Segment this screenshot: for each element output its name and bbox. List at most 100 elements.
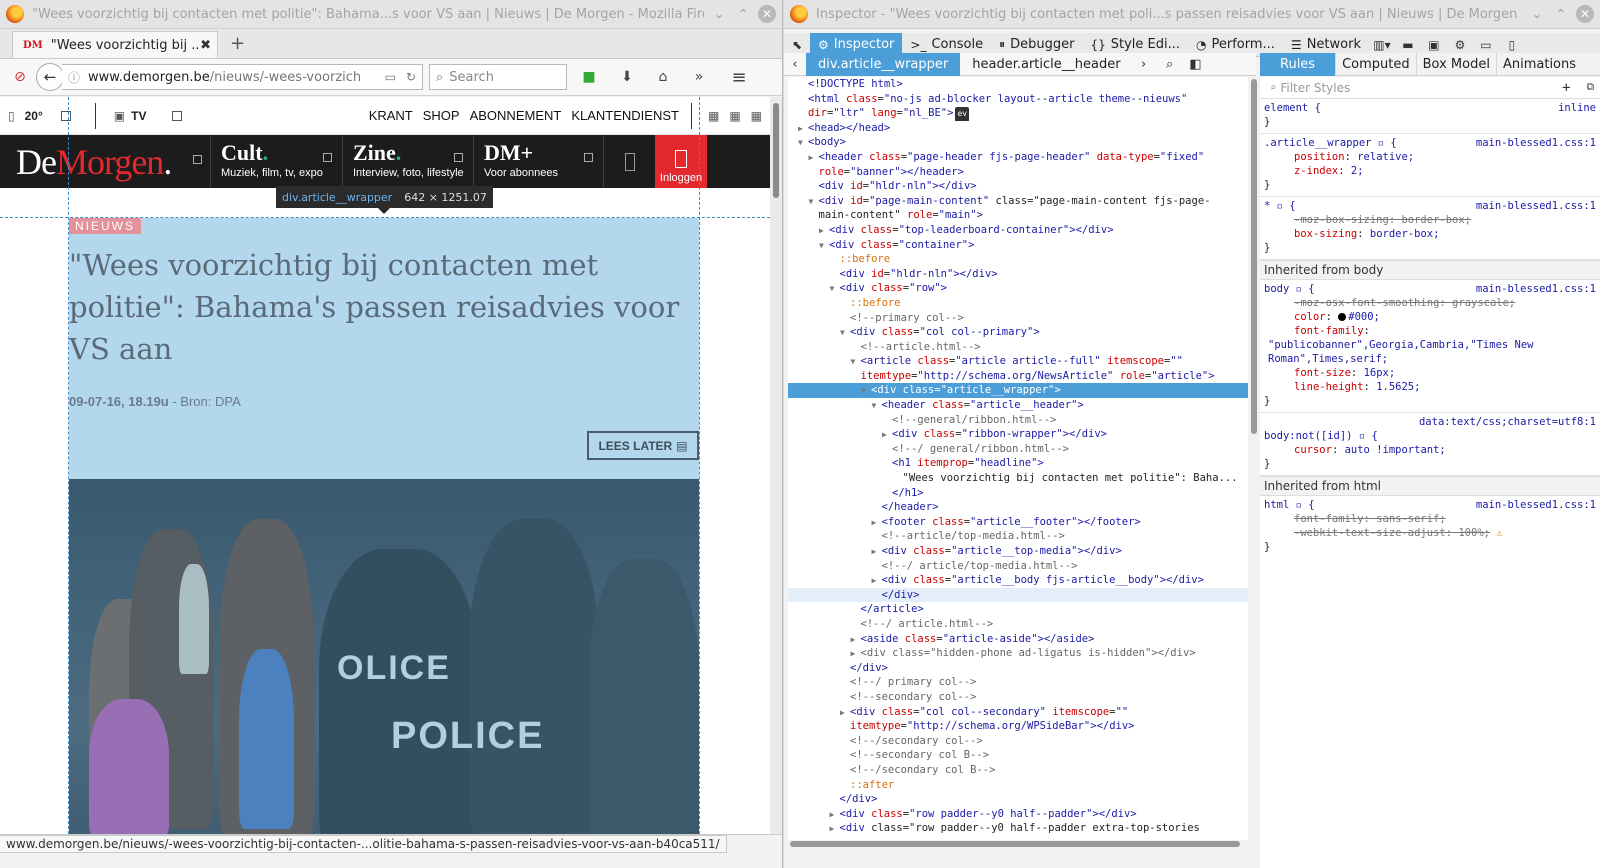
privacy-badger-icon[interactable]: ⊘ [8,65,32,89]
markup-line[interactable]: ▶ <div class="hidden-phone ad-ligatus is-… [788,646,1248,661]
markup-line[interactable]: <div id="hldr-nln"></div> [788,179,1248,194]
markup-line[interactable]: ::before [788,252,1248,267]
expand-twisty-icon[interactable]: ▶ [851,647,861,661]
toggle-sidebar-icon[interactable]: ◧ [1185,57,1207,72]
declaration[interactable]: z-index: 2; [1264,164,1596,178]
markup-line[interactable]: main-content" role="main"> [788,208,1248,223]
back-button[interactable]: ← [36,63,64,91]
markup-line[interactable]: ▶ <div class="article__top-media"></div> [788,544,1248,559]
markup-line[interactable]: role="banner"></header> [788,165,1248,180]
markup-hscrollbar[interactable] [788,840,1248,848]
markup-line[interactable]: ▶ <div class="ribbon-wrapper"></div> [788,427,1248,442]
markup-line[interactable]: <!--secondary col--> [788,690,1248,705]
rule-source[interactable]: inline [1558,101,1596,115]
collapse-twisty-icon[interactable]: ▼ [809,195,819,209]
tv-link[interactable]: TV [131,109,146,123]
declaration[interactable]: position: relative; [1264,150,1596,164]
expand-twisty-icon[interactable]: ▶ [872,574,882,588]
home-icon[interactable]: ⌂ [651,65,675,89]
extension-icon[interactable]: ■ [577,65,601,89]
markup-line[interactable]: ▶ <div class="article__body fjs-article__… [788,573,1248,588]
declaration[interactable]: box-sizing: border-box; [1264,227,1596,241]
reload-icon[interactable]: ↻ [406,70,416,84]
tab-animations[interactable]: Animations [1497,53,1582,76]
overflow-chevron-icon[interactable]: » [687,65,711,89]
rule-source[interactable]: data:text/css;charset=utf8:1 [1419,415,1596,429]
markup-line[interactable]: <!--/ article.html--> [788,617,1248,632]
filter-styles-input[interactable]: ⌕ Filter Styles + ⧉ [1260,77,1600,99]
markup-line[interactable]: </div> [788,792,1248,807]
declaration-value[interactable]: "publicobanner",Georgia,Cambria,"Times N… [1264,338,1596,366]
nav-shop[interactable]: SHOP [423,108,460,123]
markup-line[interactable]: ::after [788,778,1248,793]
expand-twisty-icon[interactable]: ▶ [830,822,840,836]
maximize-icon[interactable]: ⌃ [734,5,752,23]
markup-line[interactable]: <!--/secondary col B--> [788,763,1248,778]
grid-icon-3[interactable]: ▦ [751,109,762,123]
brand-cult[interactable]: Cult. Muziek, film, tv, expo [210,135,342,188]
read-later-button[interactable]: LEES LATER ▤ [587,431,699,460]
markup-line[interactable]: </header> [788,500,1248,515]
markup-line[interactable]: <html class="no-js ad-blocker layout--ar… [788,92,1248,107]
grid-icon-2[interactable]: ▦ [729,109,740,123]
markup-view[interactable]: <!DOCTYPE html> <html class="no-js ad-blo… [788,77,1248,847]
search-input[interactable]: ⌕ Search [429,64,567,90]
markup-line[interactable]: ▶ <footer class="article__footer"></foote… [788,515,1248,530]
markup-line[interactable]: <!--secondary col B--> [788,748,1248,763]
markup-line[interactable]: ::before [788,296,1248,311]
minimize-icon[interactable]: ⌄ [1528,5,1546,23]
new-tab-icon[interactable]: + [218,33,255,58]
hamburger-menu-icon[interactable]: ≡ [727,65,751,89]
markup-line[interactable]: dir="ltr" lang="nl_BE"> ev [788,106,1248,121]
markup-line[interactable]: <!--/secondary col--> [788,734,1248,749]
collapse-twisty-icon[interactable]: ▼ [851,355,861,369]
collapse-twisty-icon[interactable]: ▼ [798,136,808,150]
markup-line[interactable]: ▼ <body> [788,135,1248,150]
section-label[interactable]: NIEUWS [69,218,141,234]
declaration-overridden[interactable]: font-family: sans-serif; [1264,512,1596,526]
maximize-icon[interactable]: ⌃ [1552,5,1570,23]
rule-source[interactable]: main-blessed1.css:1 [1476,136,1596,150]
markup-line[interactable]: <!--/ primary col--> [788,675,1248,690]
demorgen-logo[interactable]: De Morgen. [0,135,210,188]
markup-line[interactable]: <!--general/ribbon.html--> [788,413,1248,428]
brand-dm-plus[interactable]: DM+ Voor abonnees [473,135,603,188]
brand-zine[interactable]: Zine. Interview, foto, lifestyle [342,135,473,188]
browser-tab[interactable]: DM "Wees voorzichtig bij ... ✖ [12,31,218,58]
page-scrollbar[interactable] [770,97,782,834]
declaration[interactable]: font-family: [1264,324,1596,338]
markup-scrollbar[interactable] [1250,77,1258,847]
expand-twisty-icon[interactable]: ▶ [872,516,882,530]
search-html-icon[interactable]: ⌕ [1159,57,1181,72]
expand-twisty-icon[interactable]: ▶ [840,706,850,720]
declaration-overridden[interactable]: -moz-box-sizing: border-box; [1264,213,1596,227]
markup-line[interactable]: <!--article/top-media.html--> [788,529,1248,544]
expand-twisty-icon[interactable]: ▶ [872,545,882,559]
expand-twisty-icon[interactable]: ▶ [830,808,840,822]
rule-source[interactable]: main-blessed1.css:1 [1476,199,1596,213]
declaration[interactable]: cursor: auto !important; [1264,443,1596,457]
declaration-overridden[interactable]: -moz-osx-font-smoothing: grayscale; [1264,296,1596,310]
markup-line[interactable]: </h1> [788,486,1248,501]
url-bar[interactable]: ⓘ www.demorgen.be/nieuws/-wees-voorzich … [62,64,423,90]
site-info-icon[interactable]: ⓘ [68,69,80,86]
tab-box-model[interactable]: Box Model [1417,53,1497,76]
breadcrumb-forward-icon[interactable]: › [1133,57,1155,72]
add-rule-icon[interactable]: + [1562,80,1570,96]
nav-krant[interactable]: KRANT [369,108,413,123]
close-window-icon[interactable]: ✕ [1576,5,1594,23]
breadcrumb-item[interactable]: header.article__header [960,53,1132,76]
markup-line[interactable]: ▶ <head></head> [788,121,1248,136]
markup-line[interactable]: </div> [788,587,1248,603]
markup-line[interactable]: ▶ <aside class="article-aside"></aside> [788,632,1248,647]
markup-line[interactable]: ▼ <header class="article__header"> [788,398,1248,413]
event-badge-icon[interactable]: ev [955,107,970,121]
expand-twisty-icon[interactable]: ▶ [882,428,892,442]
markup-line[interactable]: ▼ <div class="row"> [788,281,1248,296]
markup-line[interactable]: <!--article.html--> [788,340,1248,355]
markup-line[interactable]: itemtype="http://schema.org/WPSideBar"><… [788,719,1248,734]
close-tab-icon[interactable]: ✖ [200,38,211,53]
declaration-overridden[interactable]: -webkit-text-size-adjust: 100%; ⚠ [1264,526,1596,540]
markup-line[interactable]: <!--primary col--> [788,311,1248,326]
minimize-icon[interactable]: ⌄ [710,5,728,23]
